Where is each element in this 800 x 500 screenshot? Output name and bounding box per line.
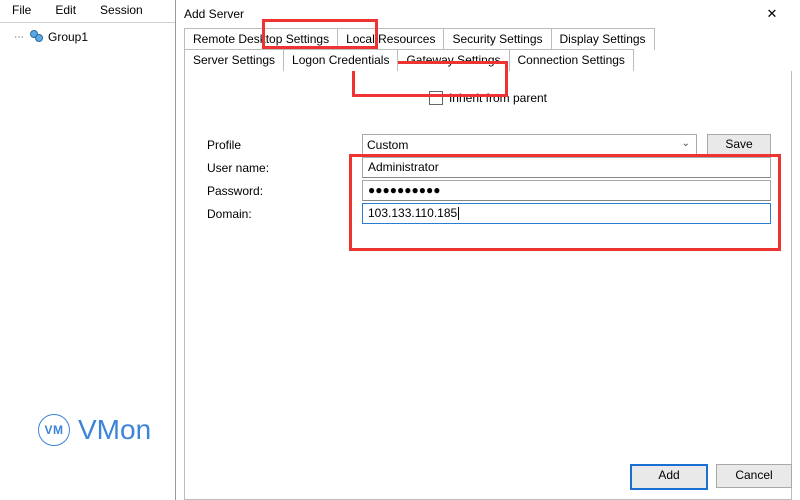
tab-logon-credentials[interactable]: Logon Credentials bbox=[283, 49, 398, 71]
menu-session[interactable]: Session bbox=[88, 0, 155, 22]
tab-display-settings[interactable]: Display Settings bbox=[551, 28, 655, 50]
cancel-button[interactable]: Cancel bbox=[716, 464, 792, 488]
menu-file[interactable]: File bbox=[0, 0, 43, 22]
dialog-title: Add Server bbox=[184, 7, 752, 21]
tree-item-label: Group1 bbox=[48, 30, 88, 44]
tab-security-settings[interactable]: Security Settings bbox=[443, 28, 551, 50]
server-group-icon bbox=[30, 30, 44, 44]
profile-value: Custom bbox=[367, 138, 408, 152]
text-caret bbox=[458, 207, 459, 220]
add-button[interactable]: Add bbox=[630, 464, 708, 490]
username-label: User name: bbox=[205, 161, 362, 175]
watermark-text: VMon bbox=[78, 414, 151, 446]
password-row: Password: ●●●●●●●●●● bbox=[205, 179, 771, 202]
close-icon[interactable]: ✕ bbox=[752, 6, 792, 22]
profile-row: Profile Custom ⌄ Save bbox=[205, 133, 771, 156]
profile-label: Profile bbox=[205, 138, 362, 152]
watermark: VM VMon bbox=[38, 414, 151, 446]
watermark-logo-icon: VM bbox=[38, 414, 70, 446]
dialog-tabs: Remote Desktop Settings Local Resources … bbox=[176, 28, 800, 71]
tab-remote-desktop-settings[interactable]: Remote Desktop Settings bbox=[184, 28, 338, 50]
add-server-dialog: Add Server ✕ Remote Desktop Settings Loc… bbox=[175, 0, 800, 500]
tab-gateway-settings[interactable]: Gateway Settings bbox=[397, 49, 509, 71]
tab-connection-settings[interactable]: Connection Settings bbox=[509, 49, 634, 71]
password-label: Password: bbox=[205, 184, 362, 198]
profile-select[interactable]: Custom ⌄ bbox=[362, 134, 697, 156]
tab-local-resources[interactable]: Local Resources bbox=[337, 28, 444, 50]
username-row: User name: Administrator bbox=[205, 156, 771, 179]
dialog-button-bar: Add Cancel bbox=[630, 464, 792, 490]
tree-item-group1[interactable]: ⋯ Group1 bbox=[0, 26, 175, 48]
tab-server-settings[interactable]: Server Settings bbox=[184, 49, 284, 71]
domain-row: Domain: 103.133.110.185 bbox=[205, 202, 771, 225]
password-input[interactable]: ●●●●●●●●●● bbox=[362, 180, 771, 201]
inherit-label: Inherit from parent bbox=[449, 91, 547, 105]
inherit-checkbox[interactable] bbox=[429, 91, 443, 105]
chevron-down-icon: ⌄ bbox=[682, 138, 690, 149]
tab-pane: Inherit from parent Profile Custom ⌄ Sav… bbox=[184, 71, 792, 500]
username-input[interactable]: Administrator bbox=[362, 157, 771, 178]
dialog-titlebar: Add Server ✕ bbox=[176, 0, 800, 28]
inherit-row: Inherit from parent bbox=[205, 91, 771, 105]
profile-save-button[interactable]: Save bbox=[707, 134, 771, 156]
domain-label: Domain: bbox=[205, 207, 362, 221]
expand-icon[interactable]: ⋯ bbox=[14, 32, 24, 43]
domain-input[interactable]: 103.133.110.185 bbox=[362, 203, 771, 224]
menu-edit[interactable]: Edit bbox=[43, 0, 88, 22]
